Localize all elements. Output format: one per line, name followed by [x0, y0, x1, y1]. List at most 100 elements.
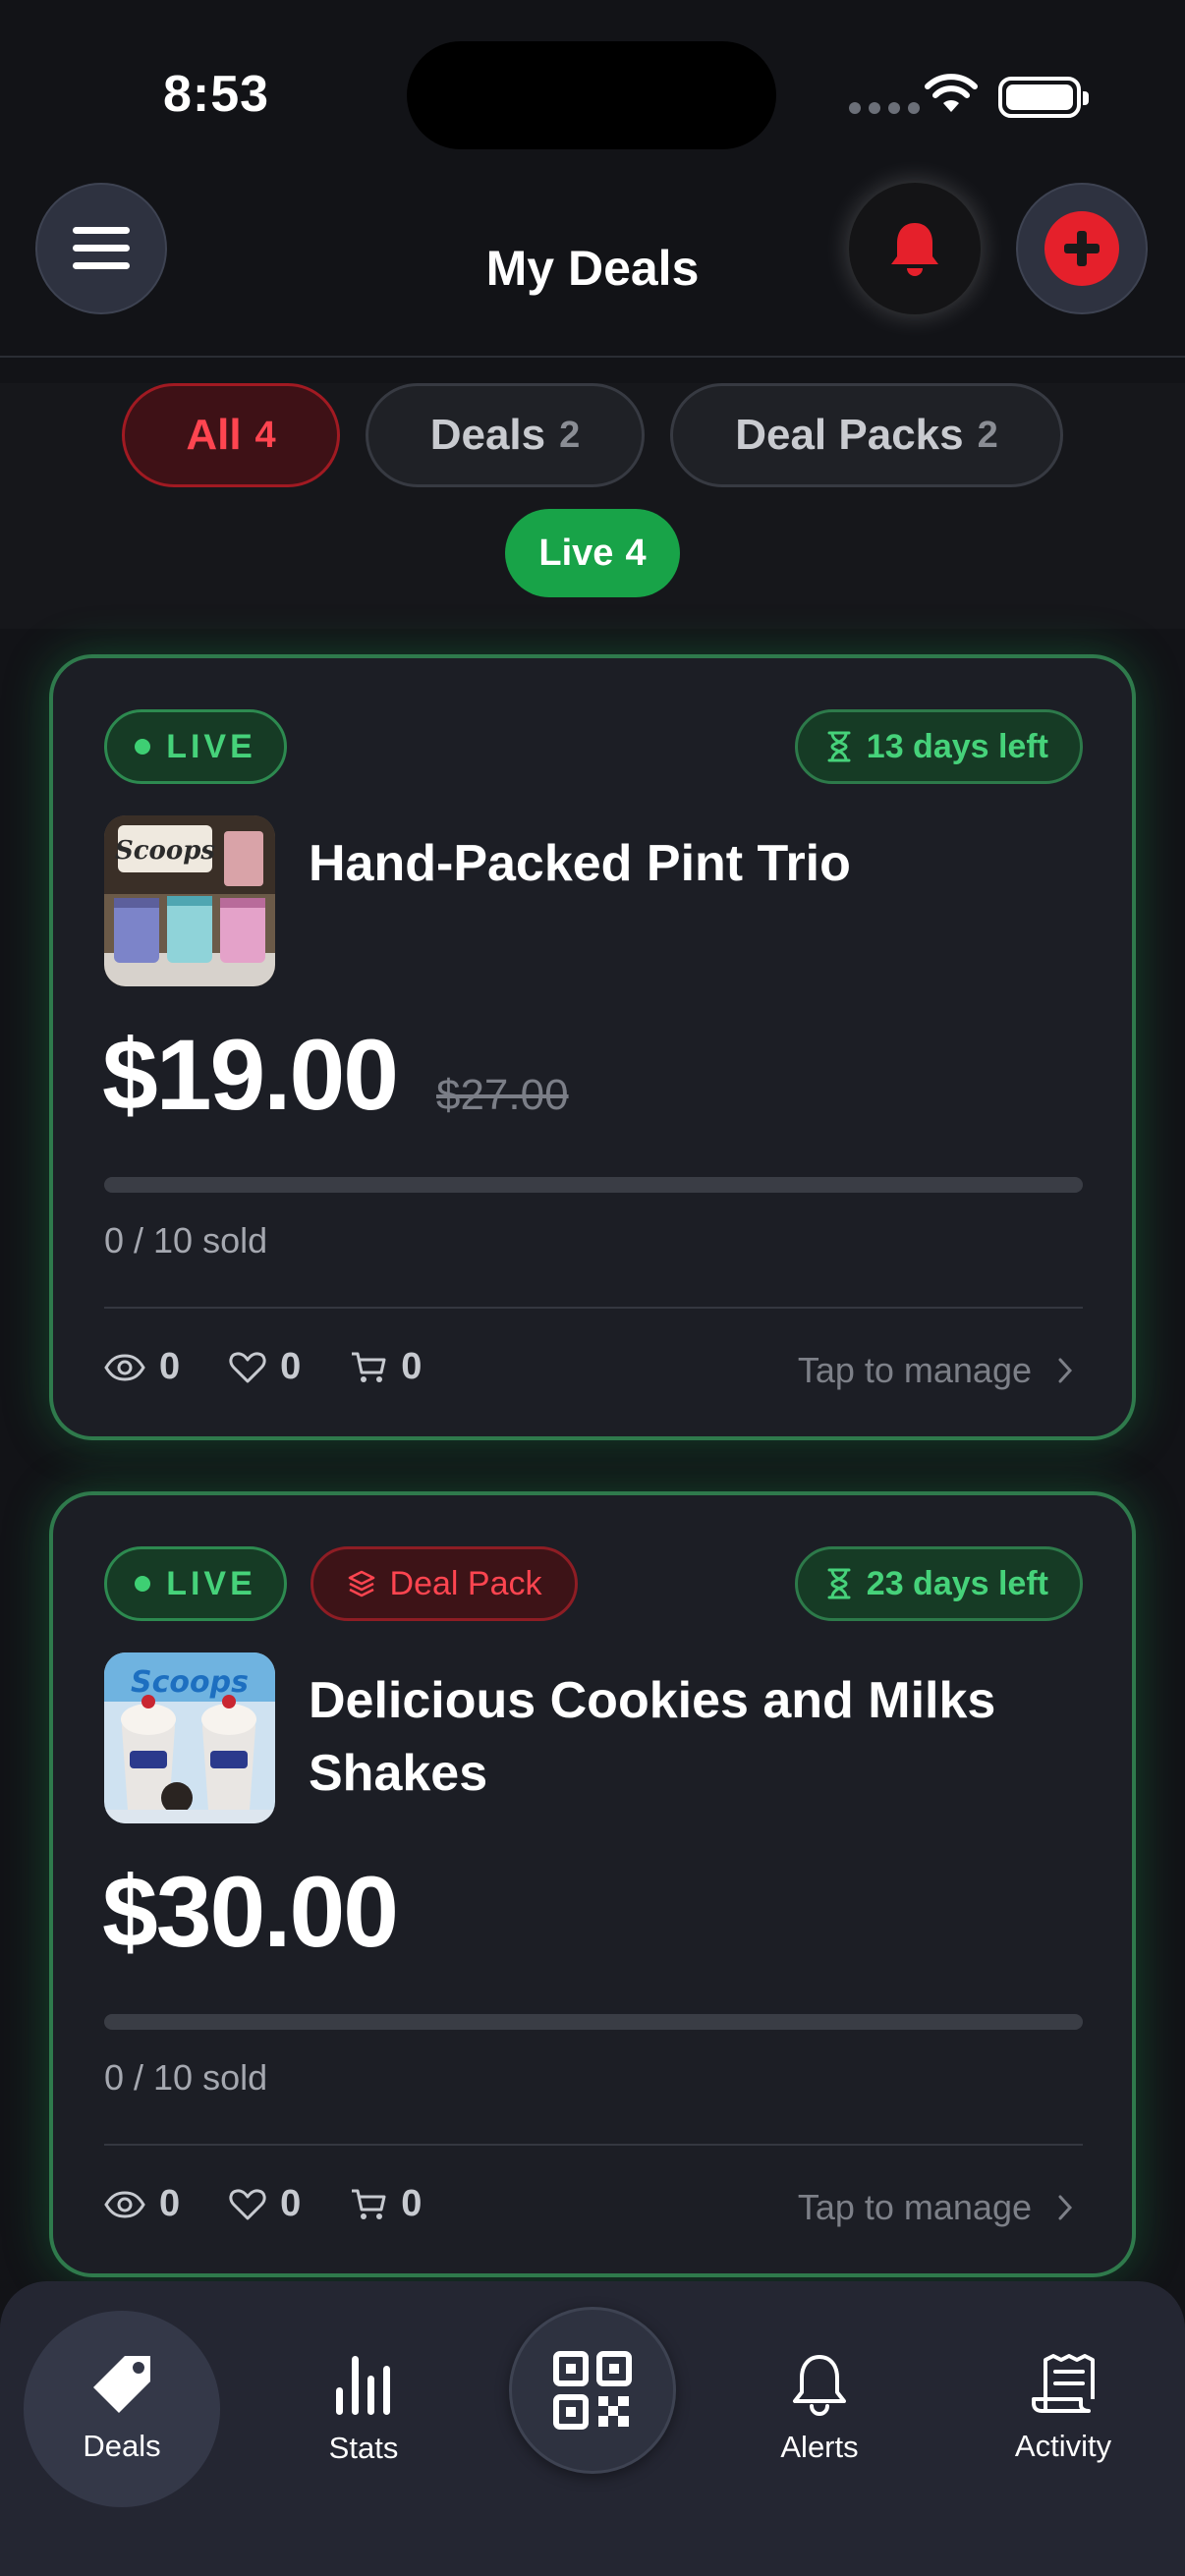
filter-chip-deals[interactable]: Deals 2	[366, 383, 645, 487]
deal-title: Hand-Packed Pint Trio	[309, 835, 851, 892]
tab-stats[interactable]: Stats	[265, 2311, 462, 2507]
time-left-label: 13 days left	[866, 727, 1048, 765]
cellular-signal-icon	[849, 102, 920, 114]
live-dot-icon	[135, 1576, 151, 1592]
views-stat: 0	[104, 1346, 180, 1388]
engagement-stats: 0 0 0	[104, 2183, 422, 2225]
sold-count: 0 / 10 sold	[104, 1220, 268, 1260]
filter-bar: All 4 Deals 2 Deal Packs 2 Live 4	[0, 383, 1185, 629]
deal-price: $30.00	[102, 1856, 399, 1968]
price-row: $19.00 $27.00	[102, 1018, 569, 1133]
status-time: 8:53	[163, 66, 270, 123]
live-badge-label: LIVE	[166, 1564, 256, 1602]
engagement-stats: 0 0 0	[104, 1346, 422, 1388]
tab-activity[interactable]: Activity	[965, 2311, 1161, 2507]
thumb-brand-text: Scoops	[131, 1665, 249, 1700]
bar-chart-icon	[336, 2356, 390, 2415]
battery-icon	[998, 77, 1089, 118]
tab-deals[interactable]: Deals	[24, 2311, 220, 2507]
deal-price: $19.00	[102, 1019, 399, 1131]
carts-stat: 0	[350, 1346, 422, 1388]
chip-count: 2	[977, 414, 998, 456]
chip-count: 4	[254, 414, 276, 456]
thumb-brand-text: Scoops	[115, 836, 215, 866]
manage-label: Tap to manage	[797, 2187, 1032, 2227]
qr-scan-button[interactable]	[509, 2307, 676, 2474]
hourglass-icon	[827, 1568, 851, 1599]
live-badge: LIVE	[104, 709, 287, 784]
deal-card[interactable]: LIVE 13 days left Scoops Hand-Packed Pin…	[49, 654, 1136, 1440]
chip-label: All	[186, 411, 242, 459]
chip-count: 2	[559, 414, 581, 456]
tap-to-manage-link[interactable]: Tap to manage	[798, 1346, 1073, 1395]
heart-icon	[229, 1351, 266, 1382]
tab-alerts[interactable]: Alerts	[721, 2311, 918, 2507]
price-row: $30.00	[102, 1855, 399, 1970]
divider	[104, 2144, 1083, 2146]
page-title: My Deals	[485, 241, 700, 296]
receipt-icon	[1032, 2354, 1095, 2413]
eye-icon	[104, 2190, 145, 2218]
chip-count: 4	[625, 532, 647, 574]
bell-icon	[891, 223, 938, 276]
heart-icon	[229, 2188, 266, 2219]
manage-label: Tap to manage	[797, 1350, 1032, 1390]
chip-label: Deal Packs	[735, 411, 964, 459]
live-dot-icon	[135, 739, 151, 755]
divider	[104, 1307, 1083, 1309]
likes-count: 0	[280, 1346, 302, 1387]
tab-label: Deals	[83, 2429, 161, 2463]
views-stat: 0	[104, 2183, 180, 2225]
likes-stat: 0	[229, 1346, 301, 1388]
deal-pack-badge: Deal Pack	[310, 1546, 578, 1621]
deal-thumbnail: Scoops	[104, 815, 275, 986]
deal-pack-label: Deal Pack	[389, 1564, 542, 1602]
time-left-badge: 23 days left	[794, 1546, 1083, 1621]
bell-outline-icon	[793, 2355, 846, 2416]
cart-icon	[352, 1352, 386, 1382]
tab-label: Activity	[1014, 2429, 1112, 2463]
chevron-right-icon	[1058, 2195, 1073, 2220]
eye-icon	[104, 1353, 145, 1381]
views-count: 0	[159, 1346, 181, 1387]
dynamic-island	[407, 41, 776, 149]
qr-code-icon	[553, 2351, 632, 2430]
filter-chip-live[interactable]: Live 4	[505, 509, 680, 597]
tab-label: Alerts	[780, 2430, 859, 2464]
carts-stat: 0	[350, 2183, 422, 2225]
time-left-label: 23 days left	[866, 1564, 1048, 1602]
bottom-tab-bar: Deals Stats Alerts Activity	[0, 2281, 1185, 2576]
chip-label: Live	[538, 532, 614, 574]
chevron-right-icon	[1058, 1358, 1073, 1383]
hourglass-icon	[827, 731, 851, 762]
filter-chip-deal-packs[interactable]: Deal Packs 2	[670, 383, 1063, 487]
live-badge: LIVE	[104, 1546, 287, 1621]
tag-icon	[93, 2356, 150, 2413]
live-badge-label: LIVE	[166, 727, 256, 765]
tap-to-manage-link[interactable]: Tap to manage	[798, 2183, 1073, 2232]
app-header: My Deals	[0, 177, 1185, 358]
sold-progress-bar	[104, 1177, 1083, 1193]
carts-count: 0	[401, 2183, 423, 2224]
deal-card[interactable]: LIVE Deal Pack 23 days left Scoops Delic…	[49, 1491, 1136, 2277]
tab-label: Stats	[328, 2431, 399, 2465]
original-price: $27.00	[435, 1071, 569, 1119]
sold-progress-bar	[104, 2014, 1083, 2030]
cart-icon	[352, 2189, 386, 2219]
likes-count: 0	[280, 2183, 302, 2224]
filter-chip-all[interactable]: All 4	[122, 383, 340, 487]
layers-icon	[348, 1570, 374, 1597]
deal-thumbnail: Scoops	[104, 1652, 275, 1823]
sold-count: 0 / 10 sold	[104, 2057, 268, 2098]
chip-label: Deals	[429, 411, 546, 459]
views-count: 0	[159, 2183, 181, 2224]
status-bar: 8:53	[0, 0, 1185, 149]
time-left-badge: 13 days left	[794, 709, 1083, 784]
likes-stat: 0	[229, 2183, 301, 2225]
notifications-button[interactable]	[849, 183, 981, 314]
wifi-icon	[925, 74, 978, 112]
carts-count: 0	[401, 1346, 423, 1387]
add-deal-button[interactable]	[1016, 183, 1148, 314]
deal-title: Delicious Cookies and Milks Shakes	[309, 1672, 996, 1802]
plus-icon	[1044, 211, 1119, 286]
